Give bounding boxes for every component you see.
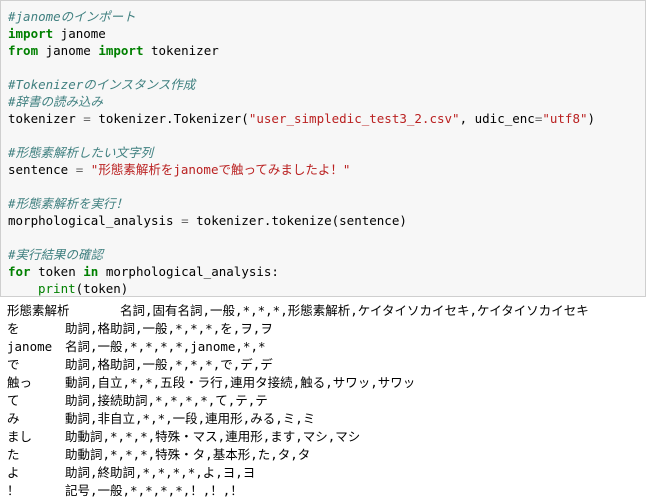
code-text: morphological_analysis: <box>98 264 279 279</box>
code-keyword: for <box>8 264 31 279</box>
code-text: , udic_enc <box>459 111 535 126</box>
code-line-15: #実行結果の確認 <box>8 246 103 263</box>
token-surface: 触っ <box>7 375 33 390</box>
code-text: janome <box>38 43 99 58</box>
token-surface: み <box>7 411 20 426</box>
code-cell[interactable]: #janomeのインポート import janome from janome … <box>0 0 646 297</box>
code-string: "utf8" <box>542 111 588 126</box>
token-surface: よ <box>7 465 20 480</box>
token-features: 名詞,固有名詞,一般,*,*,*,形態素解析,ケイタイソカイセキ,ケイタイソカイ… <box>120 303 589 318</box>
token-surface: ！ <box>7 483 20 498</box>
code-line-9: #形態素解析したい文字列 <box>8 144 153 161</box>
code-comment: #辞書の読み込み <box>8 94 104 109</box>
code-line-3: from janome import tokenizer <box>8 42 219 59</box>
code-comment: #実行結果の確認 <box>8 247 104 262</box>
code-line-7: tokenizer = tokenizer.Tokenizer("user_si… <box>8 110 595 127</box>
code-line-2: import janome <box>8 25 106 42</box>
code-comment: #janomeのインポート <box>8 9 136 24</box>
code-line-5: #Tokenizerのインスタンス作成 <box>8 76 195 93</box>
code-string: "user_simpledic_test3_2.csv" <box>248 111 460 126</box>
code-text: tokenizer <box>143 43 219 58</box>
code-text: janome <box>53 26 106 41</box>
token-features: 助詞,格助詞,一般,*,*,*,を,ヲ,ヲ <box>65 321 273 336</box>
code-text: (token) <box>75 281 129 296</box>
token-features: 助動詞,*,*,*,特殊・マス,連用形,ます,マシ,マシ <box>65 429 361 444</box>
token-surface: て <box>7 393 20 408</box>
code-keyword: in <box>83 264 99 279</box>
code-text: token <box>30 264 84 279</box>
token-surface: を <box>7 321 20 336</box>
code-text: sentence <box>8 162 76 177</box>
code-text: morphological_analysis <box>8 213 182 228</box>
token-surface: で <box>7 357 20 372</box>
token-features: 名詞,一般,*,*,*,*,janome,*,* <box>65 339 266 354</box>
code-keyword: import <box>98 43 144 58</box>
code-line-17: print(token) <box>38 280 128 297</box>
token-features: 動詞,非自立,*,*,一段,連用形,みる,ミ,ミ <box>65 411 316 426</box>
code-comment: #形態素解析を実行！ <box>8 196 129 211</box>
code-operator: = <box>181 213 189 228</box>
token-features: 助詞,終助詞,*,*,*,*,よ,ヨ,ヨ <box>65 465 256 480</box>
code-text: ) <box>587 111 596 126</box>
token-surface: た <box>7 447 20 462</box>
code-line-16: for token in morphological_analysis: <box>8 263 279 280</box>
token-features: 記号,一般,*,*,*,*,！,！,！ <box>65 483 243 498</box>
token-features: 助動詞,*,*,*,特殊・タ,基本形,た,タ,タ <box>65 447 311 462</box>
code-line-13: morphological_analysis = tokenizer.token… <box>8 212 407 229</box>
code-line-6: #辞書の読み込み <box>8 93 103 110</box>
code-line-12: #形態素解析を実行！ <box>8 195 128 212</box>
token-surface: まし <box>7 429 33 444</box>
code-keyword: from <box>8 43 39 58</box>
token-features: 助詞,格助詞,一般,*,*,*,で,デ,デ <box>65 357 273 372</box>
code-line-1: #janomeのインポート <box>8 8 136 25</box>
code-text: tokenizer <box>8 111 84 126</box>
code-builtin: print <box>38 281 76 296</box>
code-comment: #形態素解析したい文字列 <box>8 145 154 160</box>
token-surface: janome <box>7 339 53 354</box>
code-text: tokenizer.Tokenizer( <box>90 111 249 126</box>
code-line-10: sentence = "形態素解析をjanomeで触ってみましたよ！" <box>8 161 350 178</box>
code-operator: = <box>83 111 91 126</box>
token-features: 動詞,自立,*,*,五段・ラ行,連用タ接続,触る,サワッ,サワッ <box>65 375 416 390</box>
token-surface: 形態素解析 <box>7 303 70 318</box>
code-keyword: import <box>8 26 54 41</box>
output-area: 形態素解析 名詞,固有名詞,一般,*,*,*,形態素解析,ケイタイソカイセキ,ケイ… <box>7 301 649 501</box>
token-features: 助詞,接続助詞,*,*,*,*,て,テ,テ <box>65 393 268 408</box>
code-comment: #Tokenizerのインスタンス作成 <box>8 77 196 92</box>
code-string: "形態素解析をjanomeで触ってみましたよ！" <box>83 162 351 177</box>
code-text: tokenizer.tokenize(sentence) <box>188 213 407 228</box>
